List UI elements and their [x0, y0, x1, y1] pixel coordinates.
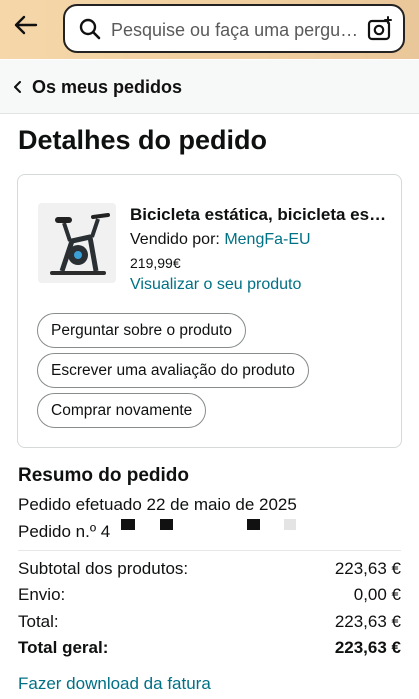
view-product-link[interactable]: Visualizar o seu produto [130, 276, 301, 294]
divider [18, 550, 401, 551]
download-invoice-link[interactable]: Fazer download da fatura [18, 674, 211, 694]
redaction-mark [160, 519, 173, 530]
top-search-bar: Pesquise ou faça uma pergunta [0, 0, 419, 59]
search-icon [79, 18, 101, 40]
seller-prefix: Vendido por: [130, 231, 220, 248]
search-placeholder[interactable]: Pesquise ou faça uma pergunta [111, 19, 361, 41]
redaction-mark [247, 519, 260, 530]
search-input[interactable]: Pesquise ou faça uma pergunta [63, 4, 405, 53]
row-value: 0,00 € [353, 585, 401, 604]
row-label: Total: [18, 612, 59, 631]
redaction-mark [121, 519, 135, 530]
product-price: 219,99€ [130, 255, 181, 271]
product-card: Bicicleta estática, bicicleta estática d… [17, 174, 402, 448]
row-label: Envio: [18, 585, 66, 604]
product-image[interactable] [38, 203, 116, 283]
write-review-button[interactable]: Escrever uma avaliação do produto [37, 353, 309, 388]
back-arrow-icon[interactable] [12, 12, 38, 38]
order-number: Pedido n.º 4 [18, 522, 111, 541]
summary-title: Resumo do pedido [18, 465, 189, 486]
redaction-mark [284, 519, 296, 530]
breadcrumb[interactable]: Os meus pedidos [0, 60, 419, 114]
total-row: Total: 223,63 € [18, 612, 401, 636]
order-date: Pedido efetuado 22 de maio de 2025 [18, 495, 297, 514]
row-value: 223,63 € [334, 612, 401, 631]
buy-again-button[interactable]: Comprar novamente [37, 393, 207, 428]
shipping-row: Envio: 0,00 € [18, 585, 401, 609]
product-title[interactable]: Bicicleta estática, bicicleta estática d… [130, 205, 390, 225]
seller-link[interactable]: MengFa-EU [224, 231, 310, 248]
subtotal-row: Subtotal dos produtos: 223,63 € [18, 559, 401, 583]
breadcrumb-label[interactable]: Os meus pedidos [32, 77, 182, 98]
camera-lens-icon[interactable] [367, 16, 393, 42]
row-label: Subtotal dos produtos: [18, 559, 189, 578]
ask-about-product-button[interactable]: Perguntar sobre o produto [37, 313, 246, 348]
page-title: Detalhes do pedido [18, 125, 268, 155]
row-value: 223,63 € [334, 559, 401, 578]
seller-line: Vendido por: MengFa-EU [130, 231, 311, 249]
row-label: Total geral: [18, 638, 109, 657]
grand-total-row: Total geral: 223,63 € [18, 638, 401, 662]
row-value: 223,63 € [334, 638, 401, 657]
chevron-left-icon [14, 81, 21, 93]
